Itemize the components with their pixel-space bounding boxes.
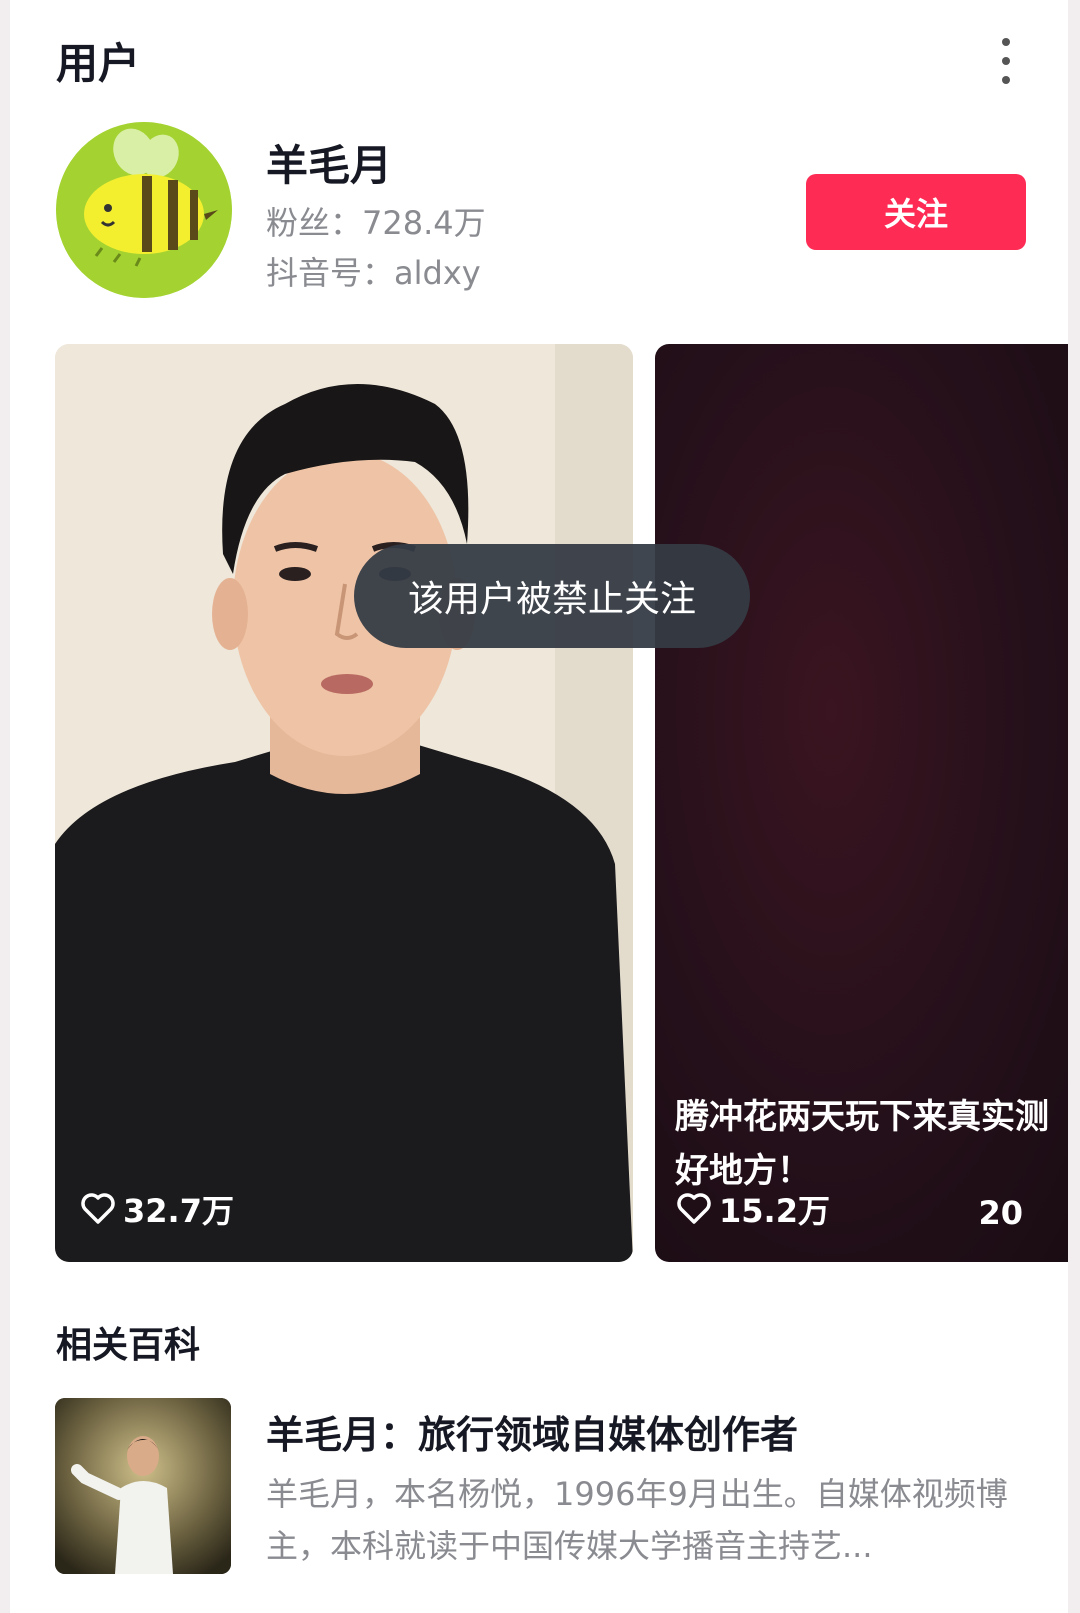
video-thumbnail-1 — [55, 344, 633, 1262]
heart-icon — [677, 1193, 711, 1224]
douyin-id-label: 抖音号： — [266, 254, 395, 292]
fans-value: 728.4万 — [362, 204, 486, 242]
fans-count: 粉丝：728.4万 — [266, 198, 486, 244]
wiki-thumbnail[interactable] — [55, 1398, 231, 1574]
user-name[interactable]: 羊毛月 — [266, 132, 392, 193]
toast-message: 该用户被禁止关注 — [354, 544, 750, 648]
heart-icon — [81, 1193, 115, 1224]
video-card-1[interactable]: 32.7万 — [55, 344, 633, 1262]
video-likes-2: 15.2万 — [677, 1186, 830, 1232]
video-date-2: 20 — [978, 1194, 1023, 1232]
video-caption-2-line1: 腾冲花两天玩下来真实测 — [675, 1097, 1049, 1137]
more-options-icon[interactable] — [994, 38, 1018, 84]
douyin-id: 抖音号：aldxy — [266, 248, 481, 294]
wiki-headline[interactable]: 羊毛月：旅行领域自媒体创作者 — [266, 1404, 798, 1459]
section-title-users: 用户 — [56, 39, 141, 88]
wiki-photo — [55, 1398, 231, 1574]
bee-avatar-icon — [56, 122, 232, 298]
wiki-description: 羊毛月，本名杨悦，1996年9月出生。自媒体视频博主，本科就读于中国传媒大学播音… — [266, 1475, 1008, 1565]
video-card-2[interactable]: 腾冲花两天玩下来真实测 好地方！ 15.2万 20 — [655, 344, 1068, 1262]
fans-label: 粉丝： — [266, 204, 363, 242]
video-likes-count-2: 15.2万 — [719, 1192, 830, 1230]
video-caption-2: 腾冲花两天玩下来真实测 好地方！ — [675, 1090, 1068, 1198]
user-avatar[interactable] — [56, 122, 232, 298]
video-likes-count-1: 32.7万 — [123, 1192, 234, 1230]
douyin-id-value: aldxy — [394, 254, 481, 292]
search-result-card: 用户 羊毛月 粉丝：728.4万 抖音号：aldxy 关注 32.7万 腾冲花两… — [10, 0, 1068, 1613]
follow-button[interactable]: 关注 — [806, 174, 1026, 250]
video-likes-1: 32.7万 — [81, 1186, 234, 1232]
section-title-wiki: 相关百科 — [56, 1325, 201, 1366]
